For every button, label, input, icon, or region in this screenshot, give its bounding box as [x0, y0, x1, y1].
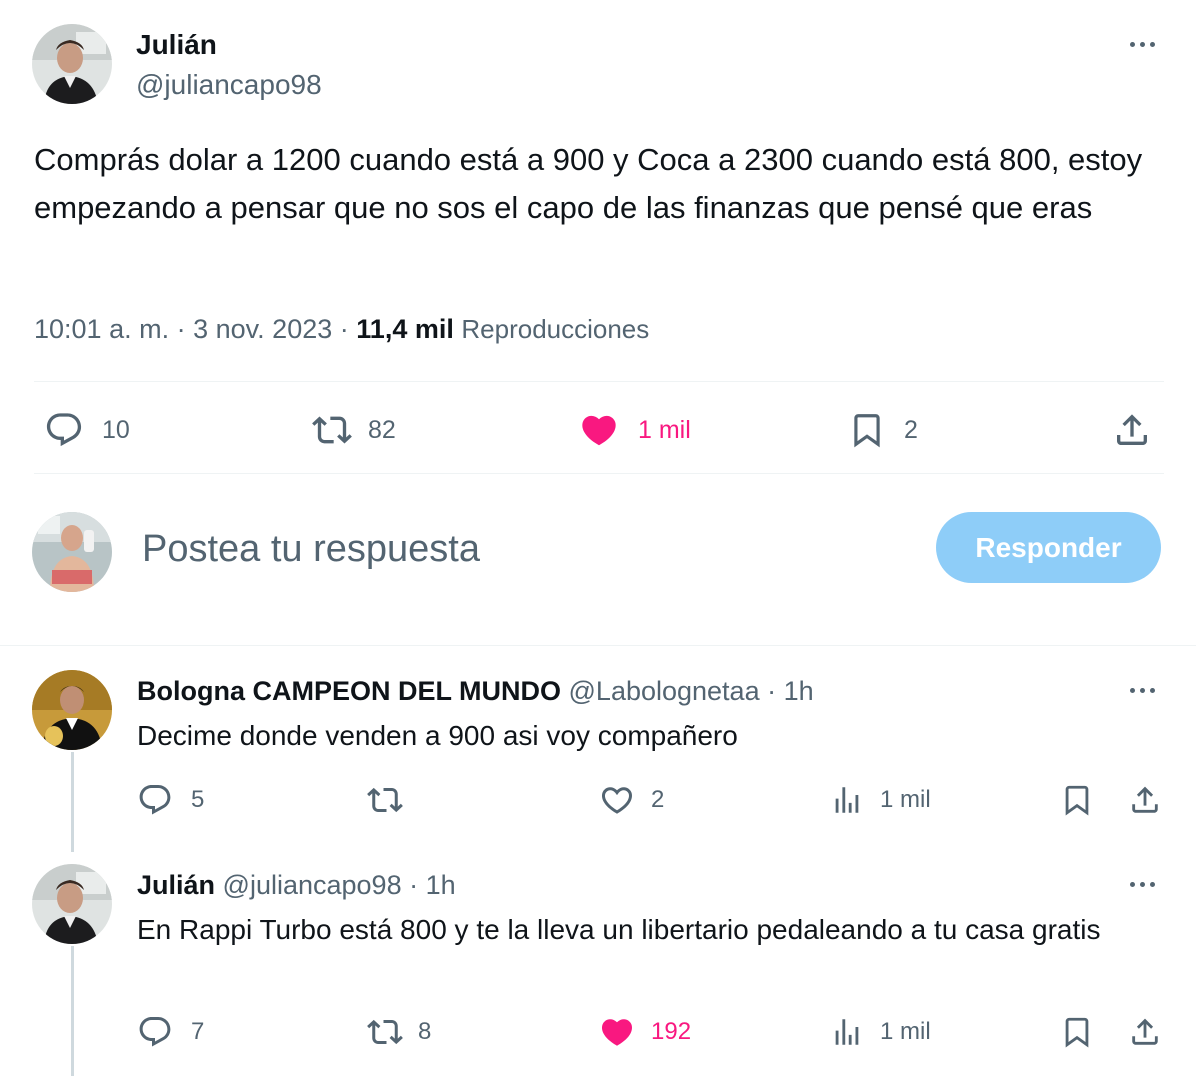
bookmark-button[interactable]: 2 — [848, 410, 918, 450]
reply-text: Decime donde venden a 900 asi voy compañ… — [137, 720, 738, 751]
retweet-icon — [366, 1014, 404, 1050]
tweet-text: Comprás dolar a 1200 cuando está a 900 y… — [34, 142, 1143, 225]
more-icon[interactable] — [1130, 42, 1155, 47]
tweet-time[interactable]: 10:01 a. m. — [34, 314, 169, 344]
views-count: 1 mil — [880, 786, 931, 813]
like-button[interactable]: 2 — [599, 782, 664, 818]
bookmark-button[interactable] — [1060, 1014, 1094, 1050]
bookmark-button[interactable] — [1060, 782, 1094, 818]
share-button[interactable] — [1128, 782, 1162, 818]
share-button[interactable] — [1112, 410, 1152, 450]
share-icon — [1128, 782, 1162, 818]
views-button[interactable]: 1 mil — [830, 782, 931, 818]
retweet-count: 8 — [418, 1018, 432, 1045]
share-button[interactable] — [1128, 1014, 1162, 1050]
reply-author-avatar[interactable] — [32, 864, 112, 944]
reply-count: 7 — [191, 1018, 205, 1045]
bookmark-count: 2 — [904, 415, 918, 444]
divider — [34, 473, 1164, 474]
author-handle[interactable]: @juliancapo98 — [136, 68, 322, 102]
reply-composer: Postea tu respuesta Responder — [0, 478, 1196, 646]
reply-input[interactable]: Postea tu respuesta — [142, 526, 480, 572]
reply-time[interactable]: 1h — [784, 676, 814, 706]
tweet-meta: 10:01 a. m. · 3 nov. 2023 · 11,4 mil Rep… — [34, 311, 649, 347]
reply-button[interactable]: 5 — [137, 782, 204, 818]
like-button[interactable]: 1 mil — [578, 410, 691, 450]
reply-author-handle[interactable]: @Labolognetaa — [569, 676, 760, 706]
reply-button[interactable]: 10 — [44, 410, 130, 450]
meta-separator: · — [767, 676, 777, 706]
reply-count: 10 — [102, 415, 130, 444]
divider — [34, 381, 1164, 382]
reply-tweet[interactable]: Julián @juliancapo98 · 1h En Rappi Turbo… — [0, 842, 1196, 1076]
meta-separator: · — [176, 314, 186, 344]
views-label[interactable]: Reproducciones — [461, 314, 649, 344]
like-icon — [599, 782, 635, 818]
reply-icon — [44, 410, 84, 450]
reply-button[interactable]: 7 — [137, 1014, 204, 1050]
views-icon — [830, 782, 864, 818]
reply-icon — [137, 1014, 173, 1050]
retweet-button[interactable]: 82 — [310, 410, 396, 450]
tweet-date[interactable]: 3 nov. 2023 — [193, 314, 332, 344]
meta-separator: · — [409, 870, 419, 900]
retweet-icon — [366, 782, 404, 818]
reply-count: 5 — [191, 786, 205, 813]
like-count: 192 — [651, 1018, 692, 1045]
retweet-button[interactable] — [366, 782, 418, 818]
views-icon — [830, 1014, 864, 1050]
share-icon — [1128, 1014, 1162, 1050]
author-name[interactable]: Julián — [136, 28, 217, 62]
main-tweet: Julián @juliancapo98 Comprás dolar a 120… — [0, 0, 1196, 478]
like-icon — [599, 1014, 635, 1050]
like-count: 1 mil — [638, 415, 691, 444]
more-icon[interactable] — [1130, 882, 1155, 887]
views-count: 1 mil — [880, 1018, 931, 1045]
reply-submit-button[interactable]: Responder — [936, 512, 1161, 583]
reply-header: Julián @juliancapo98 · 1h — [137, 868, 456, 902]
reply-tweet[interactable]: Bologna CAMPEON DEL MUNDO @Labolognetaa … — [0, 646, 1196, 842]
reply-author-name[interactable]: Julián — [137, 870, 215, 900]
author-avatar[interactable] — [32, 24, 112, 104]
current-user-avatar[interactable] — [32, 512, 112, 592]
retweet-count: 82 — [368, 415, 396, 444]
like-count: 2 — [651, 786, 665, 813]
reply-author-avatar[interactable] — [32, 670, 112, 750]
bookmark-icon — [848, 410, 886, 450]
bookmark-icon — [1060, 782, 1094, 818]
views-count: 11,4 mil — [356, 314, 454, 344]
meta-separator: · — [339, 314, 349, 344]
reply-header: Bologna CAMPEON DEL MUNDO @Labolognetaa … — [137, 674, 814, 708]
reply-author-handle[interactable]: @juliancapo98 — [223, 870, 402, 900]
reply-time[interactable]: 1h — [426, 870, 456, 900]
like-button[interactable]: 192 — [599, 1014, 691, 1050]
reply-text: En Rappi Turbo está 800 y te la lleva un… — [137, 914, 1101, 945]
retweet-button[interactable]: 8 — [366, 1014, 431, 1050]
views-button[interactable]: 1 mil — [830, 1014, 931, 1050]
like-icon — [578, 410, 620, 450]
reply-author-name[interactable]: Bologna CAMPEON DEL MUNDO — [137, 676, 561, 706]
bookmark-icon — [1060, 1014, 1094, 1050]
share-icon — [1112, 410, 1152, 450]
reply-icon — [137, 782, 173, 818]
more-icon[interactable] — [1130, 688, 1155, 693]
retweet-icon — [310, 410, 354, 450]
